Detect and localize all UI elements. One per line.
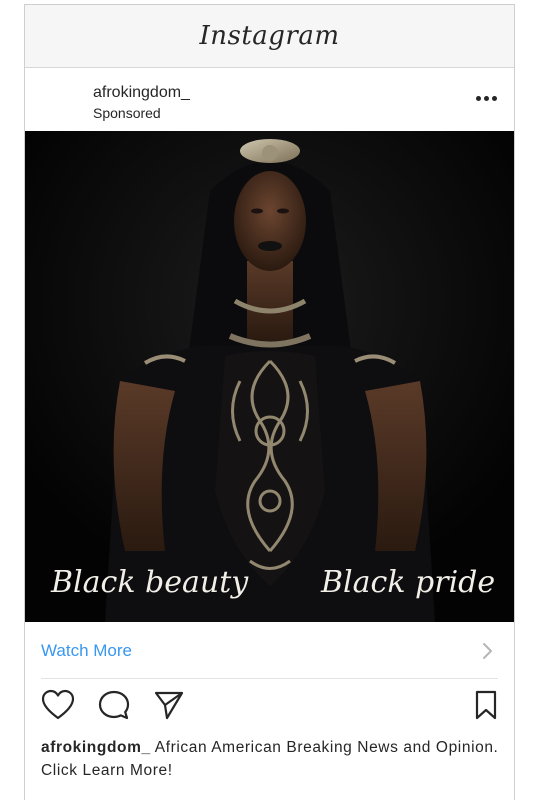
image-caption-right: Black pride (321, 565, 496, 600)
watch-more-button[interactable]: Watch More (25, 622, 514, 678)
sponsored-label: Sponsored (93, 105, 161, 121)
bookmark-icon[interactable] (474, 689, 498, 721)
post-header: afrokingdom_ Sponsored (25, 68, 514, 132)
more-options-icon[interactable] (476, 93, 500, 103)
heart-icon[interactable] (41, 689, 75, 721)
comment-icon[interactable] (97, 689, 131, 721)
portrait-illustration (25, 131, 514, 622)
send-icon[interactable] (153, 689, 185, 721)
app-header: Instagram (25, 5, 514, 68)
post-username[interactable]: afrokingdom_ (93, 84, 190, 102)
more-dot (492, 95, 497, 101)
divider (41, 678, 498, 679)
more-dot (476, 95, 481, 101)
post-caption: afrokingdom_ African American Breaking N… (41, 736, 500, 782)
more-dot (484, 95, 489, 101)
chevron-right-icon (483, 643, 492, 659)
instagram-post-frame: Instagram afrokingdom_ Sponsored Black b… (24, 4, 515, 800)
post-actions (25, 689, 514, 729)
post-image[interactable]: Black beauty Black pride (25, 131, 514, 622)
app-title: Instagram (199, 21, 340, 51)
caption-username[interactable]: afrokingdom_ (41, 739, 151, 756)
image-caption-left: Black beauty (51, 565, 249, 600)
watch-more-label: Watch More (41, 641, 133, 660)
